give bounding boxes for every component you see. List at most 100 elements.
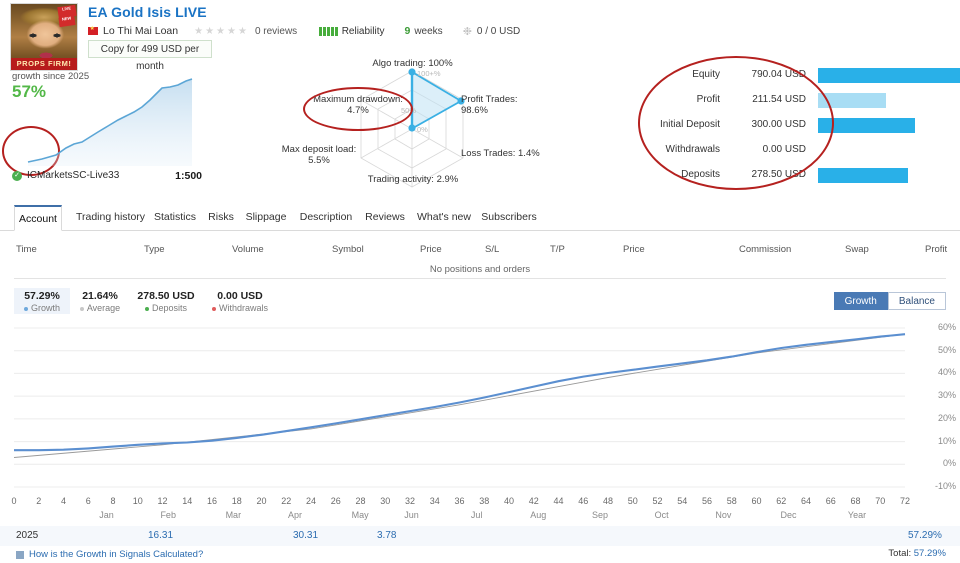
stat-item: 21.64% Average [72, 288, 128, 314]
orders-column-header: Symbol [332, 244, 364, 255]
summary-cell: 3.78 [377, 530, 397, 541]
summary-year: 2025 [16, 530, 39, 541]
x-axis-tick: 36 [454, 496, 465, 506]
tab-subscribers[interactable]: Subscribers [476, 205, 542, 231]
tab-reviews[interactable]: Reviews [360, 205, 410, 231]
toggle-balance[interactable]: Balance [887, 292, 946, 310]
equity-row-bar [818, 168, 908, 183]
author-meta-row: Lo Thi Mai Loan ★★★★★ 0 reviews Reliabil… [88, 24, 520, 38]
chart-mode-toggle[interactable]: Growth Balance [833, 292, 946, 310]
x-axis-tick: 70 [875, 496, 886, 506]
tab-statistics[interactable]: Statistics [147, 205, 203, 231]
growth-faq-link[interactable]: How is the Growth in Signals Calculated? [16, 549, 203, 560]
growth-summary-panel: growth since 2025 57% ✓ ICMarketsSC-Live… [0, 62, 215, 192]
stat-dot-icon [144, 306, 149, 311]
x-axis-month: Apr [287, 510, 302, 520]
weeks-value: 9 [404, 25, 411, 37]
reliability-label: Reliability [341, 25, 385, 37]
equity-row: Profit 211.54 USD [620, 89, 960, 111]
orders-column-header: Price [623, 244, 645, 255]
growth-chart[interactable]: 60% 50% 40% 30% 20% 10% 0% -10% [0, 320, 960, 495]
equity-row-label: Withdrawals [665, 144, 720, 155]
x-axis-tick: 22 [281, 496, 292, 506]
stat-dot-icon [23, 306, 28, 311]
orders-column-header: Type [144, 244, 165, 255]
orders-table-divider [14, 278, 946, 279]
stat-label: Withdrawals [204, 303, 276, 314]
orders-column-header: Commission [739, 244, 792, 255]
reviews-count[interactable]: 0 reviews [255, 26, 297, 37]
subscribers-icon: ❉ [462, 25, 472, 38]
x-axis-tick: 66 [825, 496, 836, 506]
radar-label-maximum-drawdown: Maximum drawdown: 4.7% [313, 94, 403, 116]
tab-account[interactable]: Account [14, 205, 62, 231]
x-axis-tick: 20 [256, 496, 267, 506]
stat-value: 21.64% [82, 290, 118, 302]
growth-faq-text: How is the Growth in Signals Calculated? [29, 549, 204, 560]
orders-column-header: Swap [845, 244, 869, 255]
total-value: 57.29% [913, 548, 946, 559]
x-axis-tick: 0 [11, 496, 17, 506]
equity-row-label: Initial Deposit [659, 119, 720, 130]
radar-label-loss-trades: Loss Trades: 1.4% [461, 148, 540, 159]
y-axis-label: 60% [937, 322, 956, 332]
equity-row-label: Equity [692, 69, 720, 80]
orders-column-header: S/L [485, 244, 500, 255]
equity-row: Withdrawals 0.00 USD [620, 139, 960, 161]
x-axis-tick: 56 [701, 496, 712, 506]
copy-subscription-button[interactable]: Copy for 499 USD per month [88, 40, 212, 72]
tab-what-s-new[interactable]: What's new [412, 205, 476, 231]
equity-row-value: 0.00 USD [762, 144, 806, 155]
yearly-summary-row: 2025 16.31 30.31 3.78 57.29% [0, 526, 960, 546]
stat-value: 278.50 USD [137, 290, 195, 302]
x-axis-tick: 64 [800, 496, 811, 506]
x-axis-tick: 10 [132, 496, 143, 506]
account-stats-summary: 57.29% Growth 21.64% Average 278.50 USD Depos… [0, 288, 960, 314]
x-axis-month: May [351, 510, 369, 520]
x-axis-tick: 34 [429, 496, 440, 506]
section-tabs[interactable]: Account Trading history Statistics Risks Sli… [0, 205, 960, 231]
stat-item: 57.29% Growth [14, 288, 70, 314]
x-axis-month: Sep [591, 510, 608, 520]
equity-row-bar [818, 118, 915, 133]
stat-label: Deposits [130, 303, 202, 314]
equity-row: Deposits 278.50 USD [620, 164, 960, 186]
x-axis-tick: 30 [380, 496, 391, 506]
profile-header: LIVE NEW PROPS FIRM! EA Gold Isis LIVE L… [0, 0, 960, 72]
x-axis-tick: 68 [850, 496, 861, 506]
x-axis-tick: 40 [503, 496, 514, 506]
y-axis-label: 0% [942, 458, 956, 469]
x-axis-tick: 4 [60, 496, 66, 506]
stat-item: 0.00 USD Withdrawals [204, 288, 276, 314]
x-axis-tick: 48 [602, 496, 613, 506]
toggle-growth[interactable]: Growth [833, 292, 888, 310]
stat-item: 278.50 USD Deposits [130, 288, 202, 314]
x-axis-tick: 26 [330, 496, 341, 506]
equity-row-value: 300.00 USD [751, 119, 806, 130]
orders-column-header: Volume [232, 244, 264, 255]
equity-breakdown-panel: Equity 790.04 USD Profit 211.54 USD Initial … [620, 56, 960, 190]
x-axis-month: Mar [225, 510, 242, 520]
x-axis-tick: 52 [652, 496, 663, 506]
x-axis-tick: 54 [677, 496, 688, 506]
radar-label-algo-trading: Algo trading: 100% [372, 58, 453, 69]
summary-cell: 16.31 [148, 530, 174, 541]
equity-row-value: 790.04 USD [751, 69, 806, 80]
x-axis-tick: 60 [751, 496, 762, 506]
tab-slippage[interactable]: Slippage [240, 205, 292, 231]
y-axis-label: 50% [937, 344, 956, 355]
author-name[interactable]: Lo Thi Mai Loan [103, 25, 178, 37]
tab-trading-history[interactable]: Trading history [68, 205, 153, 231]
tab-risks[interactable]: Risks [201, 205, 241, 231]
x-axis-month: Feb [160, 510, 176, 520]
x-axis-month: Nov [715, 510, 732, 520]
rating-stars-icon: ★★★★★ [194, 25, 249, 37]
reliability-bars-icon [319, 26, 338, 36]
x-axis-tick: 32 [404, 496, 415, 506]
x-axis-tick: 6 [85, 496, 91, 506]
orders-table: Time Type Volume Symbol Price S/L T/P Price Comm… [0, 232, 960, 280]
summary-cell: 30.31 [293, 530, 319, 541]
svg-text:100+%: 100+% [417, 69, 441, 78]
x-axis-tick: 50 [627, 496, 638, 506]
tab-description[interactable]: Description [294, 205, 358, 231]
